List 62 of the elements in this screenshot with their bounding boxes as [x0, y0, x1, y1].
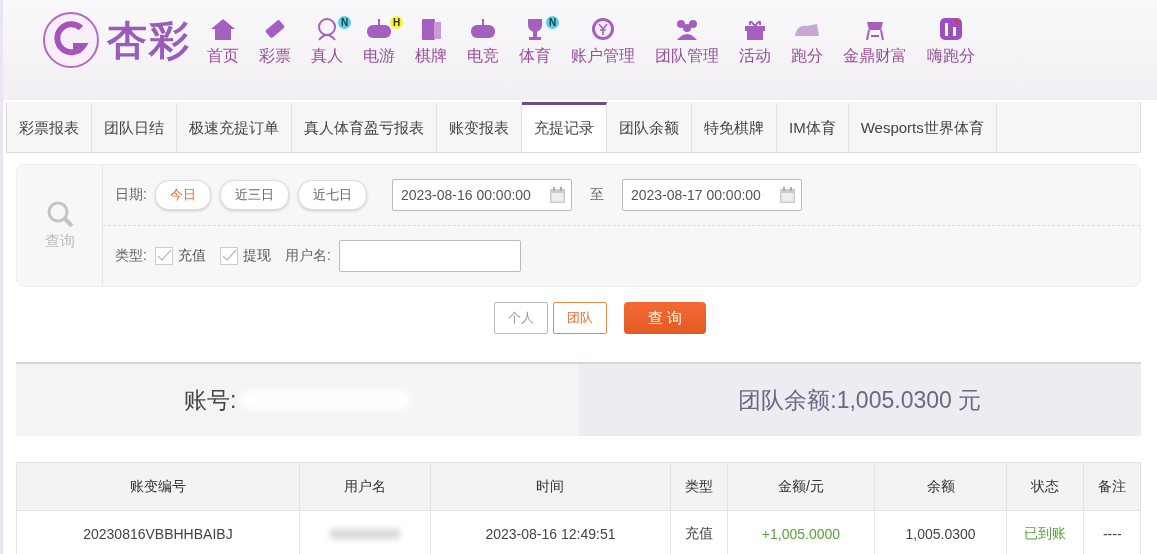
- report-tab[interactable]: 彩票报表: [7, 102, 92, 152]
- nav-item[interactable]: 首页: [197, 10, 249, 67]
- query-button[interactable]: 查 询: [624, 302, 706, 334]
- column-header: 账变编号: [16, 462, 300, 511]
- nav-item[interactable]: H 电游: [353, 10, 405, 67]
- search-label: 查询: [44, 232, 75, 251]
- to-label: 至: [589, 186, 604, 204]
- checkbox-label: 提现: [242, 247, 271, 265]
- nav-item[interactable]: N 真人: [301, 10, 353, 67]
- date-label: 日期:: [115, 186, 147, 204]
- type-label: 类型:: [115, 247, 147, 265]
- date-range-button[interactable]: 今日: [154, 180, 211, 210]
- scope-button[interactable]: 团队: [553, 302, 607, 334]
- date-field[interactable]: 2023-08-16 00:00:00: [391, 179, 572, 211]
- nav-item[interactable]: 棋牌: [405, 10, 457, 67]
- logo-icon: [41, 10, 101, 70]
- report-tab[interactable]: IM体育: [777, 102, 849, 152]
- new-badge: N: [546, 16, 559, 29]
- column-header: 时间: [430, 462, 671, 511]
- nav-item[interactable]: 金鼎财富: [833, 10, 917, 67]
- nav-item[interactable]: 跑分: [781, 10, 833, 67]
- username-field[interactable]: [338, 240, 521, 272]
- new-badge: N: [338, 16, 351, 29]
- team-balance-text: 团队余额:1,005.0300 元: [738, 385, 982, 415]
- checkbox[interactable]: [154, 247, 173, 265]
- nav-icon: [937, 16, 965, 42]
- checkbox-label: 充值: [177, 247, 206, 265]
- table-cell: 20230816VBBHHBAIBJ: [16, 510, 300, 554]
- column-header: 用户名: [299, 462, 431, 511]
- calendar-icon: [549, 187, 565, 203]
- report-tab[interactable]: 团队日结: [92, 102, 177, 152]
- nav-item[interactable]: 团队管理: [645, 10, 729, 67]
- nav-item[interactable]: 电竞: [457, 10, 509, 67]
- date-field[interactable]: 2023-08-17 00:00:00: [621, 179, 802, 211]
- nav-item[interactable]: 彩票: [249, 10, 301, 67]
- nav-icon: [589, 16, 617, 42]
- report-tab[interactable]: 特免棋牌: [692, 102, 777, 152]
- nav-icon: [209, 16, 237, 42]
- nav-item[interactable]: N 体育: [509, 10, 561, 67]
- column-header: 金额/元: [727, 462, 875, 511]
- column-header: 类型: [670, 462, 728, 511]
- logo-text: 杏彩: [107, 16, 191, 64]
- username-label: 用户名:: [284, 247, 331, 265]
- calendar-icon: [779, 187, 795, 203]
- redacted-block: [329, 528, 400, 539]
- column-header: 备注: [1084, 462, 1141, 511]
- checkbox[interactable]: [219, 247, 238, 265]
- nav-item[interactable]: 活动: [729, 10, 781, 67]
- report-tab[interactable]: Wesports世界体育: [848, 102, 997, 152]
- report-tab[interactable]: 团队余额: [607, 102, 692, 152]
- new-badge: H: [390, 16, 403, 29]
- report-tab[interactable]: 充提记录: [522, 102, 607, 152]
- report-tab[interactable]: 真人体育盈亏报表: [292, 102, 437, 152]
- column-header: 余额: [874, 462, 1007, 511]
- report-tab[interactable]: 极速充提订单: [177, 102, 292, 152]
- account-label: 账号:: [184, 385, 237, 415]
- date-range-button[interactable]: 近三日: [219, 180, 289, 210]
- nav-item[interactable]: 账户管理: [561, 10, 645, 67]
- nav-item[interactable]: 嗨跑分: [917, 10, 985, 67]
- date-range-button[interactable]: 近七日: [297, 180, 367, 210]
- search-icon: [45, 200, 74, 228]
- column-header: 状态: [1006, 462, 1084, 511]
